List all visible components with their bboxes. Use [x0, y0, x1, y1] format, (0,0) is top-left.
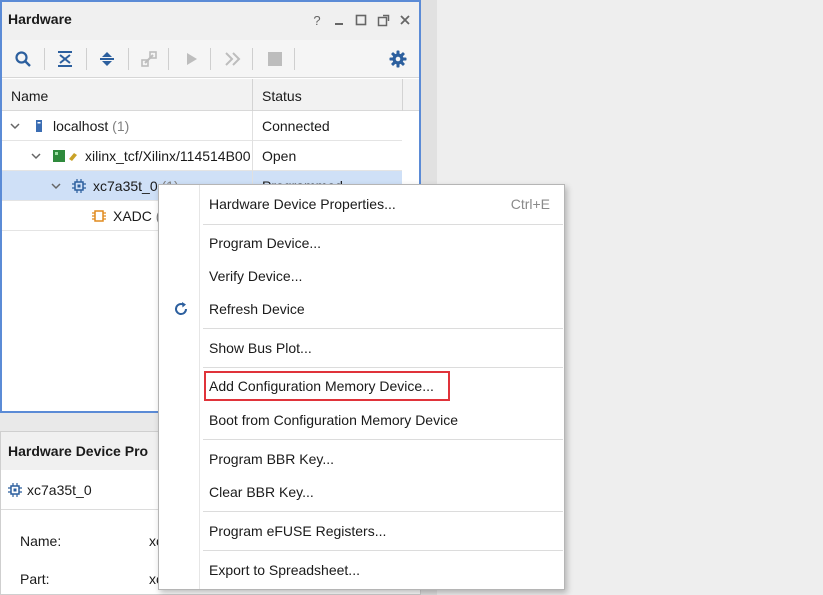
property-label-name: Name:	[20, 533, 62, 549]
tree-row-label: xilinx_tcf/Xilinx/114514B00	[85, 148, 250, 164]
menu-item-program-device[interactable]: Program Device...	[209, 235, 321, 251]
menu-shortcut: Ctrl+E	[510, 196, 550, 212]
chevron-down-icon[interactable]	[9, 120, 21, 132]
hardware-title: Hardware	[8, 11, 72, 27]
menu-item-export-to-spreadsheet[interactable]: Export to Spreadsheet...	[209, 562, 360, 578]
host-icon	[36, 120, 42, 132]
fast-forward-icon[interactable]	[221, 47, 245, 71]
menu-item-hardware-device-properties[interactable]: Hardware Device Properties...	[209, 196, 396, 212]
maximize-icon[interactable]	[353, 12, 369, 28]
menu-item-clear-bbr-key[interactable]: Clear BBR Key...	[209, 484, 314, 500]
hardware-toolbar	[2, 40, 419, 78]
column-header-name[interactable]: Name	[11, 88, 48, 104]
property-label-part: Part:	[20, 571, 50, 587]
tree-row-localhost[interactable]: localhost (1) Connected	[2, 111, 402, 141]
properties-title: Hardware Device Pro	[8, 443, 149, 459]
menu-item-boot-from-configuration-memory-device[interactable]: Boot from Configuration Memory Device	[209, 412, 458, 428]
xadc-icon	[92, 210, 106, 222]
menu-item-verify-device[interactable]: Verify Device...	[209, 268, 302, 284]
tree-row-target[interactable]: xilinx_tcf/Xilinx/114514B00 Open	[2, 141, 402, 171]
menu-item-program-efuse-registers[interactable]: Program eFUSE Registers...	[209, 523, 386, 539]
gear-icon[interactable]	[386, 47, 410, 71]
refresh-icon	[175, 302, 188, 315]
search-icon[interactable]	[11, 47, 35, 71]
window-controls: ?	[309, 12, 413, 28]
tree-row-status: Open	[262, 148, 297, 164]
chip-icon	[72, 179, 86, 193]
chevron-down-icon[interactable]	[30, 150, 42, 162]
tree-row-label: localhost (1)	[53, 118, 130, 134]
chip-icon	[8, 483, 22, 497]
menu-item-show-bus-plot[interactable]: Show Bus Plot...	[209, 340, 312, 356]
jtag-target-icon	[53, 150, 77, 162]
play-icon[interactable]	[179, 47, 203, 71]
hardware-titlebar: Hardware ?	[2, 2, 419, 40]
tree-row-status: Connected	[262, 118, 330, 134]
tree-row-label: XADC (	[113, 208, 160, 224]
tree-table-header: Name Status	[2, 79, 419, 111]
menu-item-add-configuration-memory-device[interactable]: Add Configuration Memory Device...	[209, 378, 434, 394]
menu-item-program-bbr-key[interactable]: Program BBR Key...	[209, 451, 334, 467]
expand-all-icon[interactable]	[95, 47, 119, 71]
chevron-down-icon[interactable]	[50, 180, 62, 192]
float-icon[interactable]	[375, 12, 391, 28]
auto-connect-icon[interactable]	[137, 47, 161, 71]
minimize-icon[interactable]	[331, 12, 347, 28]
menu-item-refresh-device[interactable]: Refresh Device	[209, 301, 305, 317]
help-icon[interactable]: ?	[309, 12, 325, 28]
context-menu: Hardware Device Properties... Ctrl+E Pro…	[158, 184, 565, 590]
stop-icon[interactable]	[263, 47, 287, 71]
close-icon[interactable]	[397, 12, 413, 28]
collapse-all-icon[interactable]	[53, 47, 77, 71]
properties-device-name: xc7a35t_0	[27, 482, 92, 498]
column-header-status[interactable]: Status	[262, 88, 302, 104]
